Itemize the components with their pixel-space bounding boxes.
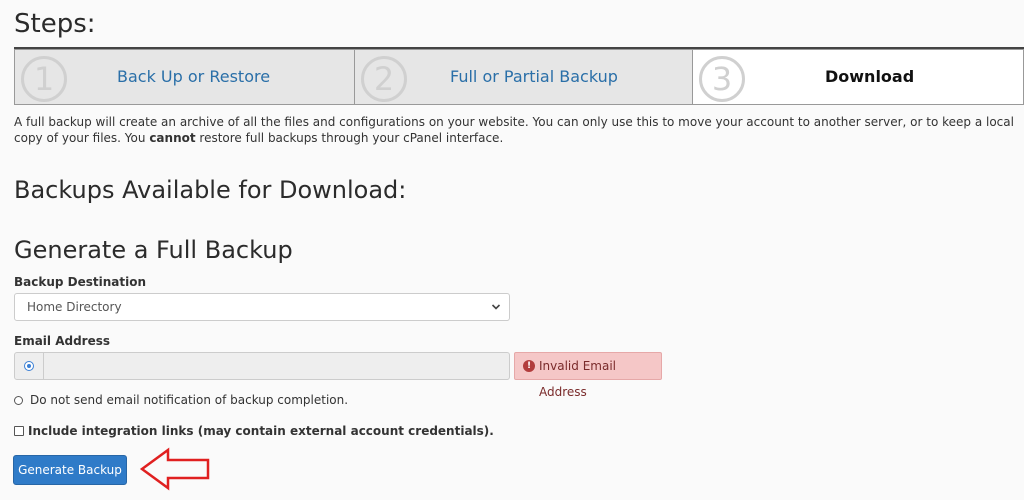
- invalid-email-error: ! Invalid Email Address: [514, 352, 662, 399]
- email-address-group: [14, 352, 510, 380]
- backup-destination-value: Home Directory: [27, 300, 122, 314]
- radio-selected-icon: [24, 361, 34, 371]
- backup-destination-label: Backup Destination: [14, 275, 147, 289]
- invalid-email-text: Invalid Email Address: [539, 359, 616, 399]
- integration-links-label[interactable]: Include integration links (may contain e…: [28, 424, 494, 438]
- email-address-input[interactable]: [44, 352, 510, 380]
- step-3-download: 3 Download: [692, 49, 1024, 105]
- step-1-label[interactable]: Back Up or Restore: [117, 50, 270, 104]
- description-bold-cannot: cannot: [149, 131, 196, 145]
- description-text-2: restore full backups through your cPanel…: [195, 131, 504, 145]
- no-email-label[interactable]: Do not send email notification of backup…: [30, 393, 348, 407]
- email-notify-radio[interactable]: [14, 352, 44, 380]
- step-3-number: 3: [699, 56, 745, 102]
- step-1-number: 1: [21, 56, 67, 102]
- email-address-label: Email Address: [14, 334, 111, 348]
- no-email-radio[interactable]: [14, 396, 23, 405]
- chevron-down-icon: [491, 294, 501, 331]
- generate-full-backup-heading: Generate a Full Backup: [14, 236, 293, 264]
- step-1-back-up-or-restore[interactable]: 1 Back Up or Restore: [14, 49, 354, 105]
- step-2-label[interactable]: Full or Partial Backup: [450, 50, 618, 104]
- generate-backup-button[interactable]: Generate Backup: [13, 455, 127, 485]
- integration-links-checkbox[interactable]: [14, 426, 24, 436]
- step-3-label: Download: [825, 67, 915, 86]
- step-2-number: 2: [361, 56, 407, 102]
- backup-destination-select[interactable]: Home Directory: [14, 293, 510, 321]
- steps-title: Steps:: [14, 9, 96, 39]
- full-backup-description: A full backup will create an archive of …: [14, 114, 1019, 146]
- backups-available-heading: Backups Available for Download:: [14, 176, 407, 204]
- step-2-full-or-partial-backup[interactable]: 2 Full or Partial Backup: [354, 49, 692, 105]
- red-arrow-icon: [139, 447, 210, 491]
- exclamation-circle-icon: !: [523, 360, 535, 372]
